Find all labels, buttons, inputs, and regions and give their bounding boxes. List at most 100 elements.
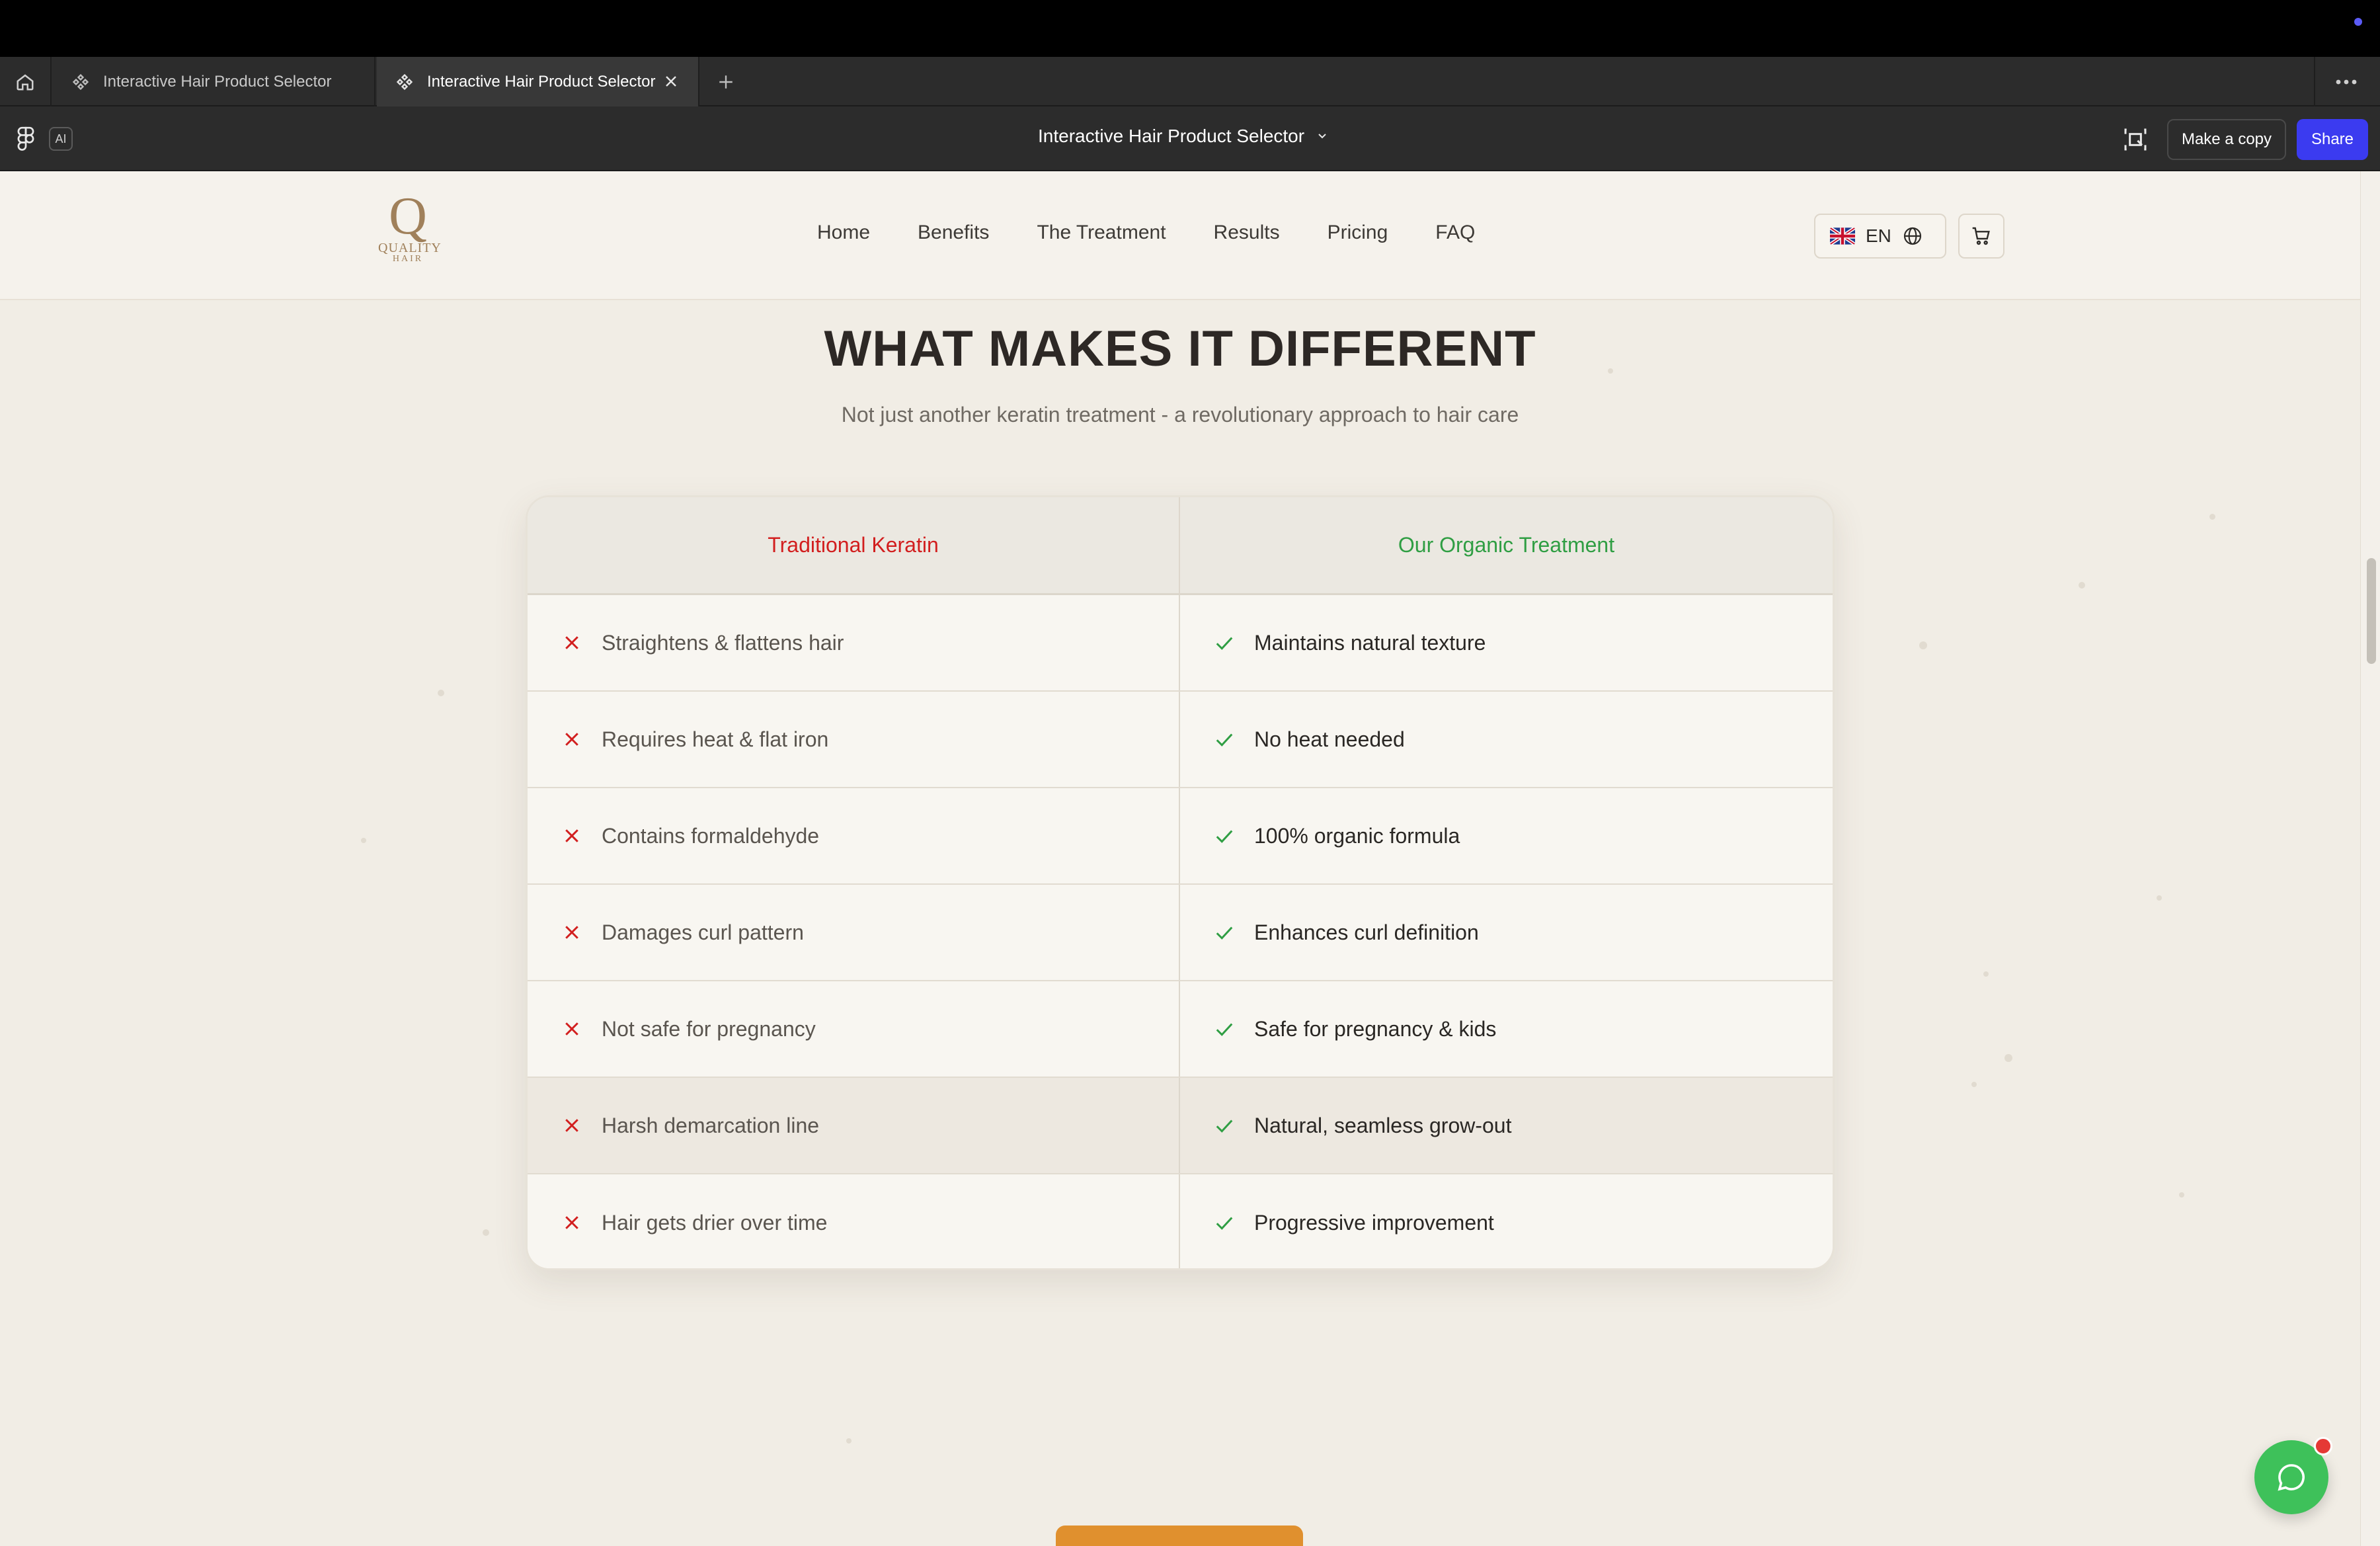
table-row: Requires heat & flat iron No heat needed <box>528 692 1833 788</box>
traditional-cell: Not safe for pregnancy <box>528 981 1180 1077</box>
chevron-down-icon <box>1318 134 1326 139</box>
table-row: Straightens & flattens hair Maintains na… <box>528 595 1833 692</box>
traditional-cell: Contains formaldehyde <box>528 788 1180 883</box>
check-icon <box>1216 1119 1233 1133</box>
check-icon <box>1216 637 1233 650</box>
nav-benefits[interactable]: Benefits <box>918 222 989 244</box>
section-subtitle: Not just another keratin treatment - a r… <box>841 403 1519 427</box>
organic-cell: Natural, seamless grow-out <box>1180 1078 1833 1173</box>
main-nav: Home Benefits The Treatment Results Pric… <box>817 222 1475 244</box>
cart-button[interactable] <box>1958 214 2004 259</box>
traditional-text: Damages curl pattern <box>602 920 804 944</box>
tab-2[interactable]: Interactive Hair Product Selector <box>377 57 699 106</box>
cart-icon <box>1972 227 1990 245</box>
cta-button[interactable] <box>1056 1526 1303 1546</box>
x-icon <box>565 636 578 649</box>
page-viewport: Q QUALITY HAIR Home Benefits The Treatme… <box>0 171 2380 1546</box>
prototype-icon <box>72 73 89 90</box>
brand-logo[interactable]: Q QUALITY HAIR <box>378 187 442 264</box>
traditional-text: Harsh demarcation line <box>602 1113 820 1137</box>
check-icon <box>1216 830 1233 843</box>
decorative-dot <box>2209 514 2215 520</box>
organic-text: Progressive improvement <box>1254 1210 1494 1235</box>
present-icon[interactable] <box>2122 126 2149 153</box>
table-row: Hair gets drier over time Progressive im… <box>528 1174 1833 1268</box>
x-icon <box>565 1216 578 1229</box>
check-icon <box>1216 1217 1233 1230</box>
decorative-dot <box>2079 582 2085 589</box>
decorative-dot <box>1971 1082 1977 1087</box>
table-row: Contains formaldehyde 100% organic formu… <box>528 788 1833 885</box>
traditional-cell: Requires heat & flat iron <box>528 692 1180 787</box>
logo-letter: Q <box>389 187 427 245</box>
decorative-dot <box>1983 971 1989 977</box>
check-icon <box>1216 1023 1233 1036</box>
page-scrollbar[interactable] <box>2360 171 2380 1546</box>
x-icon <box>565 733 578 746</box>
tab-2-label: Interactive Hair Product Selector <box>427 72 656 91</box>
traditional-text: Contains formaldehyde <box>602 823 820 848</box>
scrollbar-thumb[interactable] <box>2367 558 2376 664</box>
organic-cell: Maintains natural texture <box>1180 595 1833 690</box>
table-row-highlighted: Harsh demarcation line Natural, seamless… <box>528 1078 1833 1174</box>
decorative-dot <box>438 690 444 696</box>
check-icon <box>1216 733 1233 747</box>
more-menu-button[interactable] <box>2328 69 2364 95</box>
close-icon <box>666 76 676 87</box>
organic-text: No heat needed <box>1254 727 1405 751</box>
organic-cell: Enhances curl definition <box>1180 885 1833 980</box>
logo-line-1: QUALITY <box>378 241 442 255</box>
ai-button[interactable]: AI <box>49 127 73 151</box>
organic-text: Maintains natural texture <box>1254 630 1486 655</box>
x-icon <box>565 1119 578 1132</box>
organic-cell: No heat needed <box>1180 692 1833 787</box>
status-dot <box>2354 18 2362 26</box>
traditional-keratin-header: Traditional Keratin <box>528 497 1180 593</box>
file-title: Interactive Hair Product Selector <box>1038 126 1305 146</box>
decorative-dot <box>483 1229 489 1236</box>
nav-results[interactable]: Results <box>1214 222 1280 244</box>
organic-text: Natural, seamless grow-out <box>1254 1113 1512 1137</box>
globe-icon <box>1903 227 1921 245</box>
x-icon <box>565 926 578 939</box>
tab-divider <box>2314 57 2315 106</box>
file-toolbar: AI Interactive Hair Product Selector Mak… <box>0 106 2380 171</box>
tab-1[interactable]: Interactive Hair Product Selector <box>53 57 376 106</box>
nav-home[interactable]: Home <box>817 222 870 244</box>
home-icon <box>17 73 34 90</box>
traditional-cell: Straightens & flattens hair <box>528 595 1180 690</box>
decorative-dot <box>2157 895 2162 901</box>
traditional-text: Requires heat & flat iron <box>602 727 829 751</box>
notification-dot <box>2314 1437 2332 1455</box>
x-icon <box>565 829 578 842</box>
new-tab-button[interactable] <box>713 69 739 95</box>
make-copy-button[interactable]: Make a copy <box>2167 119 2286 160</box>
traditional-cell: Damages curl pattern <box>528 885 1180 980</box>
organic-text: Safe for pregnancy & kids <box>1254 1016 1497 1041</box>
nav-pricing[interactable]: Pricing <box>1328 222 1388 244</box>
decorative-dot <box>361 838 366 843</box>
nav-the-treatment[interactable]: The Treatment <box>1037 222 1166 244</box>
decorative-dot <box>2004 1054 2012 1062</box>
organic-cell: Safe for pregnancy & kids <box>1180 981 1833 1077</box>
file-title-dropdown[interactable]: Interactive Hair Product Selector <box>1038 126 1327 147</box>
language-selector[interactable]: EN <box>1814 214 1946 259</box>
x-icon <box>565 1022 578 1036</box>
figma-logo-icon[interactable] <box>16 126 36 153</box>
home-tab[interactable] <box>0 57 52 106</box>
tab-1-label: Interactive Hair Product Selector <box>103 72 332 91</box>
system-top-bar <box>0 0 2380 57</box>
organic-cell: 100% organic formula <box>1180 788 1833 883</box>
organic-cell: Progressive improvement <box>1180 1174 1833 1268</box>
prototype-icon <box>396 73 413 90</box>
share-button[interactable]: Share <box>2297 119 2368 160</box>
traditional-text: Straightens & flattens hair <box>602 630 844 655</box>
traditional-cell: Harsh demarcation line <box>528 1078 1180 1173</box>
nav-faq[interactable]: FAQ <box>1435 222 1475 244</box>
organic-treatment-header: Our Organic Treatment <box>1398 533 1615 557</box>
traditional-cell: Hair gets drier over time <box>528 1174 1180 1268</box>
close-tab-button[interactable] <box>661 71 681 91</box>
check-icon <box>1216 926 1233 940</box>
table-row: Damages curl pattern Enhances curl defin… <box>528 885 1833 981</box>
more-icon <box>2336 79 2357 85</box>
